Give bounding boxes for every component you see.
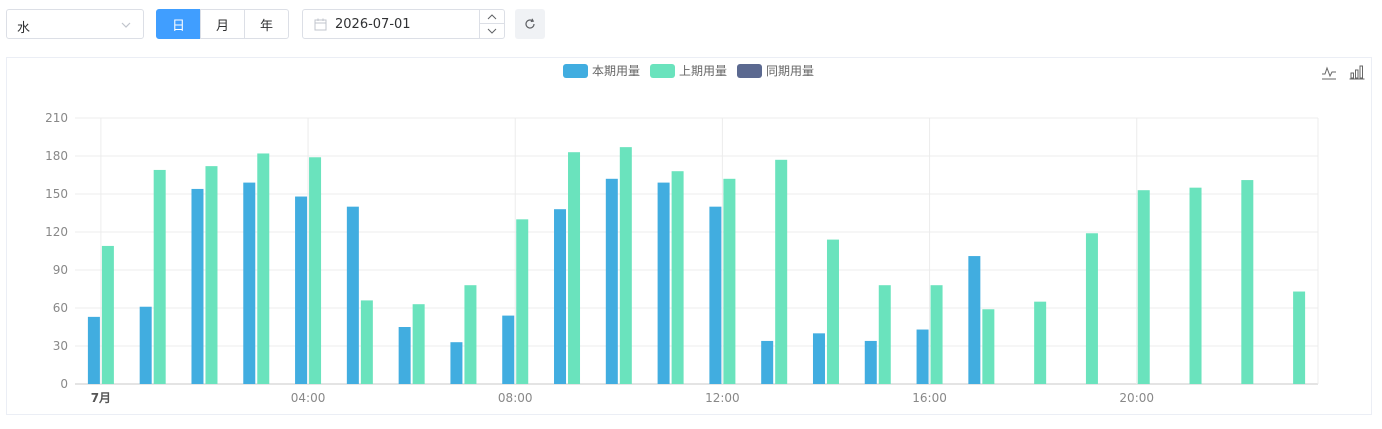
bar-current <box>398 327 411 384</box>
y-tick-label: 0 <box>60 377 68 391</box>
bar-current <box>812 333 825 384</box>
y-tick-label: 60 <box>53 301 68 315</box>
bar-previous <box>930 285 943 384</box>
bar-previous <box>775 159 788 384</box>
x-tick-label: 7月 <box>91 391 111 405</box>
bar-previous <box>1034 301 1047 384</box>
bar-current <box>916 329 929 384</box>
x-tick-label: 16:00 <box>912 391 947 405</box>
bar-current <box>191 188 204 384</box>
bar-current <box>605 178 618 384</box>
bar-previous <box>982 309 995 384</box>
bar-previous <box>309 157 322 384</box>
bar-previous <box>1137 190 1150 384</box>
x-tick-label: 04:00 <box>291 391 326 405</box>
bar-previous <box>464 285 477 384</box>
bar-previous <box>153 169 166 384</box>
x-tick-label: 12:00 <box>705 391 740 405</box>
bar-previous <box>101 245 114 384</box>
bar-current <box>761 340 774 384</box>
y-tick-label: 120 <box>45 225 68 239</box>
bar-chart: 0 30 60 90 120 150 180 210 7月 04:00 08:00 12:00 16:0… <box>45 111 1319 405</box>
bar-previous <box>516 219 529 384</box>
bar-previous <box>878 285 891 384</box>
x-tick-label: 08:00 <box>498 391 533 405</box>
bar-previous <box>1293 291 1306 384</box>
bar-current <box>968 256 981 384</box>
bar-current <box>87 316 100 384</box>
bar-previous <box>1189 187 1202 384</box>
bar-current <box>864 340 877 384</box>
bar-previous <box>619 147 632 384</box>
bar-previous <box>826 239 839 384</box>
bar-previous <box>1241 180 1254 384</box>
y-tick-label: 30 <box>53 339 68 353</box>
bar-previous <box>205 166 218 384</box>
y-tick-label: 210 <box>45 111 68 125</box>
x-tick-label: 20:00 <box>1119 391 1154 405</box>
bar-current <box>295 196 308 384</box>
bar-current <box>554 209 567 384</box>
bar-current <box>502 315 515 384</box>
bar-previous <box>412 304 425 384</box>
bar-current <box>450 342 463 384</box>
bar-previous <box>723 178 736 384</box>
bar-current <box>139 306 152 384</box>
y-tick-label: 180 <box>45 149 68 163</box>
bar-previous <box>360 300 373 384</box>
y-tick-label: 150 <box>45 187 68 201</box>
bar-current <box>346 206 359 384</box>
bar-current <box>243 182 256 384</box>
bar-previous <box>568 152 581 384</box>
bar-previous <box>1085 233 1098 384</box>
y-tick-label: 90 <box>53 263 68 277</box>
bar-current <box>657 182 670 384</box>
bar-current <box>709 206 722 384</box>
bar-previous <box>257 153 270 384</box>
bar-previous <box>671 171 684 384</box>
